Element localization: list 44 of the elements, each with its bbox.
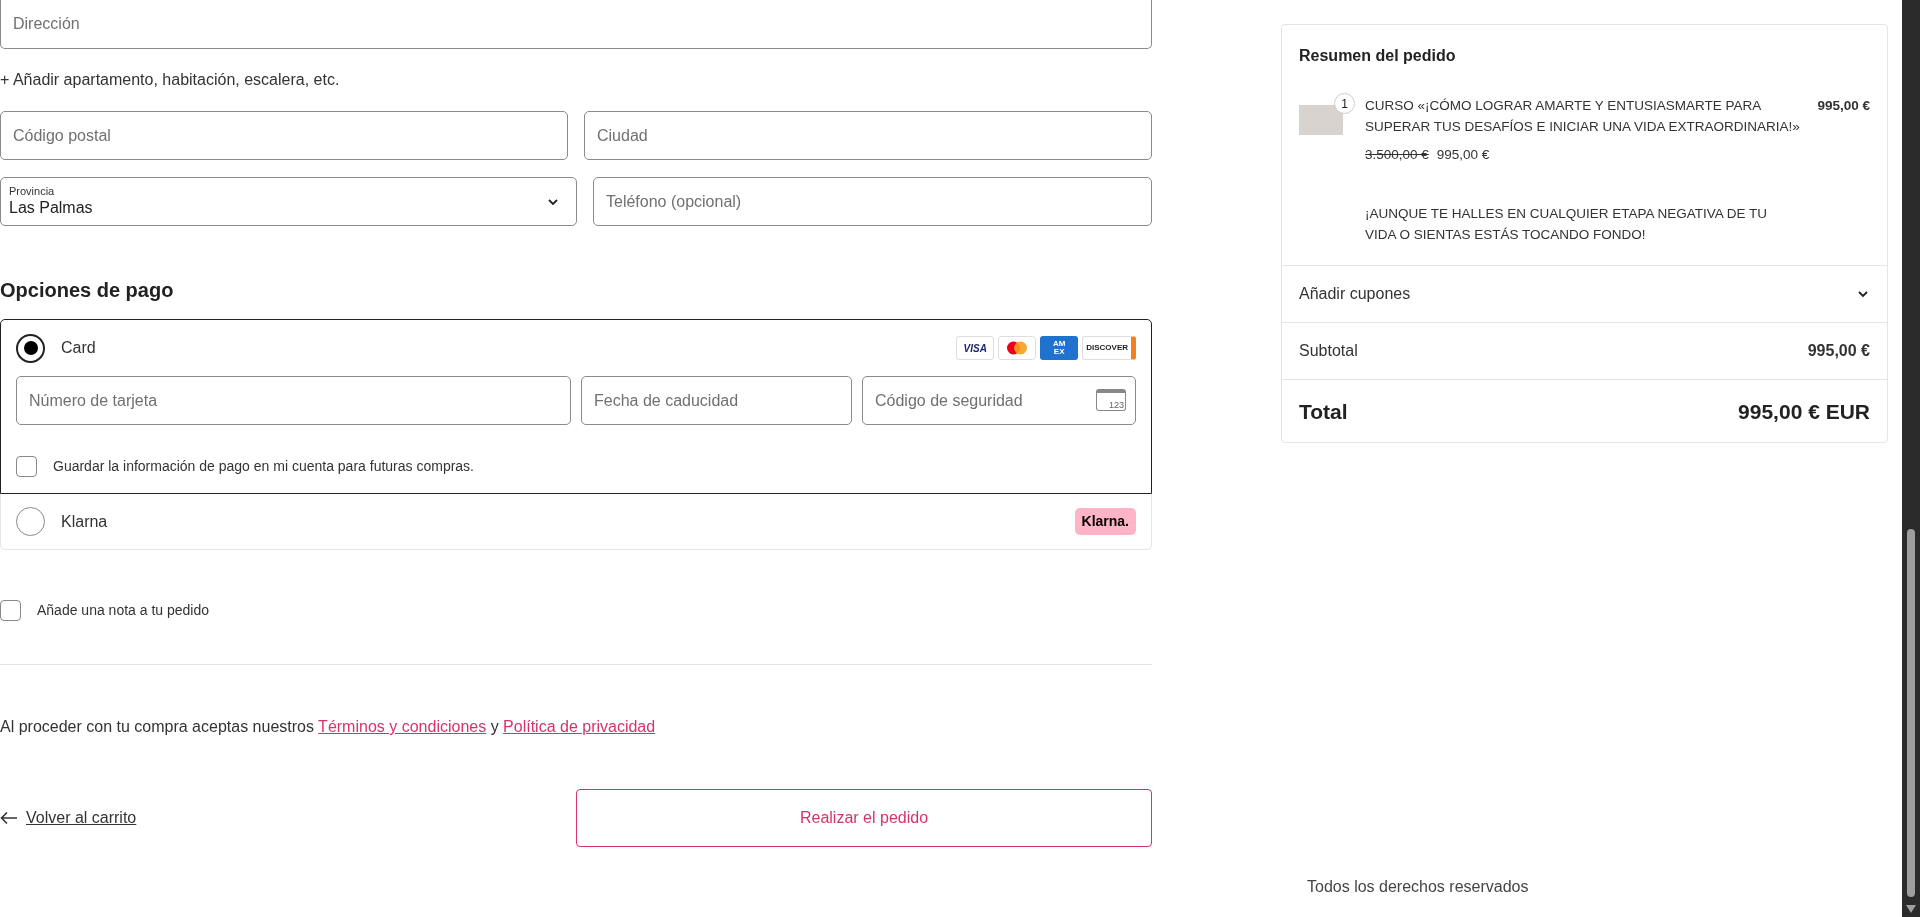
- payment-method-label: Card: [61, 338, 96, 358]
- amex-logo: AM EX: [1040, 336, 1079, 360]
- total-label: Total: [1299, 398, 1349, 425]
- product-description: ¡AUNQUE TE HALLES EN CUALQUIER ETAPA NEGATIVA DE TU VIDA O SIENTAS ESTÁS TOCANDO FONDO!: [1365, 205, 1769, 245]
- visa-logo: VISA: [956, 336, 995, 360]
- mastercard-logo: [998, 336, 1037, 360]
- coupons-toggle[interactable]: Añadir cupones: [1282, 266, 1887, 324]
- scroll-down-arrow-icon[interactable]: [1906, 905, 1916, 913]
- product-name: CURSO «¡CÓMO LOGRAR AMARTE Y ENTUSIASMARTE PARA SUPERAR TUS DESAFÍOS E INICIAR UNA VIDA EXTRAORDINARIA!»: [1365, 97, 1801, 136]
- original-price: 3.500,00 €: [1365, 146, 1429, 164]
- arrow-left-icon: [0, 811, 18, 825]
- phone-field[interactable]: Teléfono (opcional): [593, 177, 1152, 226]
- payment-method-label: Klarna: [61, 511, 108, 532]
- address-field[interactable]: Dirección: [0, 0, 1152, 49]
- city-field[interactable]: Ciudad: [584, 111, 1152, 160]
- checkbox[interactable]: [16, 456, 37, 477]
- terms-text: Al proceder con tu compra aceptas nuestros Términos y condiciones y Política de privacidad: [0, 717, 657, 737]
- back-to-cart-link[interactable]: Volver al carrito: [0, 806, 137, 830]
- total-value: 995,00 € EUR: [1738, 398, 1870, 425]
- copyright-text: Todos los derechos reservados: [1307, 877, 1530, 897]
- card-cvc-icon: 123: [1096, 389, 1126, 411]
- subtotal-label: Subtotal: [1299, 341, 1359, 362]
- card-number-field[interactable]: Número de tarjeta: [16, 376, 571, 425]
- photo-placeholder: [1299, 105, 1343, 135]
- summary-title: Resumen del pedido: [1298, 46, 1457, 66]
- section-heading: Opciones de pago: [0, 278, 175, 303]
- quantity-badge: 1: [1334, 93, 1355, 114]
- order-note-label: Añade una nota a tu pedido: [37, 601, 210, 620]
- privacy-link[interactable]: Política de privacidad: [503, 718, 656, 735]
- product-price: 995,00 €: [1817, 97, 1870, 115]
- radio-button[interactable]: [16, 333, 45, 363]
- subtotal-value: 995,00 €: [1807, 341, 1870, 362]
- province-select[interactable]: Provincia Las Palmas: [0, 177, 577, 226]
- postal-code-field[interactable]: Código postal: [0, 111, 568, 160]
- scrollbar-thumb[interactable]: [1907, 529, 1915, 897]
- place-order-button[interactable]: Realizar el pedido: [576, 789, 1152, 847]
- checkbox[interactable]: [0, 600, 21, 621]
- discover-logo: DISCOVER: [1082, 336, 1136, 360]
- terms-link[interactable]: Términos y condiciones: [318, 718, 487, 735]
- expiry-field[interactable]: Fecha de caducidad: [581, 376, 852, 425]
- save-payment-label: Guardar la información de pago en mi cuenta para futuras compras.: [53, 457, 474, 476]
- klarna-logo: Klarna.: [1074, 508, 1136, 535]
- sale-price: 995,00 €: [1436, 146, 1490, 164]
- add-address-line-link[interactable]: + Añadir apartamento, habitación, escalera, etc.: [0, 68, 340, 92]
